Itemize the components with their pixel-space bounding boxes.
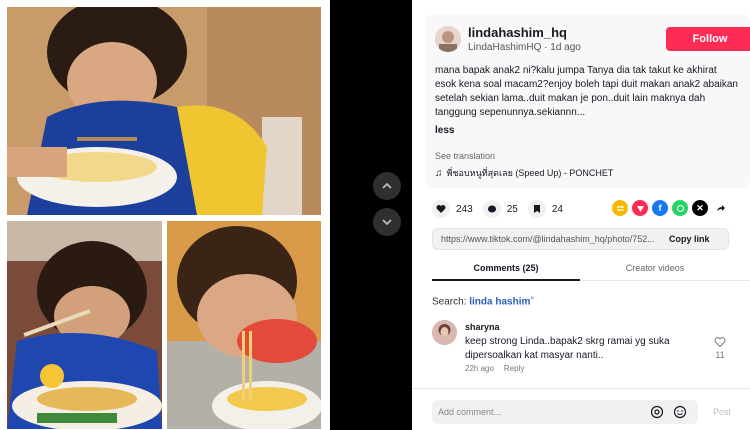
search-query: linda hashim	[469, 296, 531, 308]
author-avatar[interactable]	[435, 26, 461, 52]
copy-link-button[interactable]: Copy link	[669, 234, 710, 244]
author-username[interactable]: lindahashim_hq	[468, 25, 567, 40]
details-panel: lindahashim_hq LindaHashimHQ · 1d ago Fo…	[412, 0, 750, 430]
comment-time: 22h ago	[465, 364, 494, 373]
commenter-avatar[interactable]	[432, 320, 457, 345]
tiktok-photo-viewer: lindahashim_hq LindaHashimHQ · 1d ago Fo…	[0, 0, 750, 430]
author-handle[interactable]: LindaHashimHQ	[468, 42, 541, 53]
comment-meta: 22h ago Reply	[465, 364, 524, 373]
photo-collage	[0, 0, 330, 430]
repost-icon[interactable]	[612, 200, 628, 216]
add-comment-box	[432, 400, 698, 424]
pin-icon[interactable]	[632, 200, 648, 216]
comment-like[interactable]: 11	[712, 336, 728, 360]
commenter-name[interactable]: sharyna	[465, 322, 500, 332]
whatsapp-icon[interactable]	[672, 200, 688, 216]
comment-tabs: Comments (25) Creator videos	[432, 261, 750, 281]
mention-icon[interactable]	[650, 405, 664, 419]
comment-like-count: 11	[715, 350, 725, 360]
share-url[interactable]: https://www.tiktok.com/@lindahashim_hq/p…	[433, 234, 663, 244]
emoji-icon[interactable]	[673, 405, 687, 419]
music-link[interactable]: ♫ พี่ชอบหนูที่สุดเลย (Speed Up) - PONCHE…	[435, 166, 613, 180]
chevron-down-icon	[382, 219, 392, 226]
post-time: · 1d ago	[544, 42, 581, 53]
follow-button[interactable]: Follow	[666, 27, 750, 51]
heart-outline-icon	[714, 337, 726, 348]
search-prefix: Search:	[432, 296, 470, 308]
comment-text: keep strong Linda..bapak2 skrg ramai yg …	[465, 336, 670, 361]
like-count: 243	[456, 203, 473, 215]
nav-strip	[330, 0, 412, 430]
reply-button[interactable]: Reply	[504, 364, 524, 373]
author-meta: LindaHashimHQ · 1d ago	[468, 42, 581, 53]
heart-icon	[432, 200, 450, 218]
post-caption: mana bapak anak2 ni?kalu jumpa Tanya dia…	[435, 65, 738, 118]
tab-creator-videos[interactable]: Creator videos	[580, 263, 730, 273]
x-icon[interactable]: ✕	[692, 200, 708, 216]
bookmark-icon	[527, 200, 546, 218]
like-action[interactable]: 243	[432, 200, 473, 218]
comment-action[interactable]: 25	[482, 200, 518, 218]
next-post-button[interactable]	[373, 208, 401, 236]
share-link-box: https://www.tiktok.com/@lindahashim_hq/p…	[432, 228, 729, 250]
music-title: พี่ชอบหนูที่สุดเลย (Speed Up) - PONCHET	[446, 168, 614, 178]
previous-post-button[interactable]	[373, 172, 401, 200]
tab-comments[interactable]: Comments (25)	[432, 263, 580, 281]
engagement-stats: 243 25 24	[432, 200, 563, 218]
post-info-card: lindahashim_hq LindaHashimHQ · 1d ago Fo…	[425, 14, 750, 188]
see-translation-link[interactable]: See translation	[435, 151, 495, 161]
comment-composer: Post	[412, 388, 750, 430]
photo-girl-eating-noodles-top	[7, 7, 321, 215]
photo-girl-eating-chopsticks	[7, 221, 162, 429]
save-count: 24	[551, 203, 563, 215]
add-comment-input[interactable]	[438, 400, 638, 424]
music-note-icon: ♫	[435, 167, 443, 179]
save-action[interactable]: 24	[527, 200, 563, 218]
facebook-icon[interactable]: f	[652, 200, 668, 216]
comment-icon	[482, 200, 501, 218]
comment-count: 25	[506, 203, 518, 215]
post-comment-button[interactable]: Post	[713, 407, 731, 417]
share-icons: f ✕	[612, 200, 728, 216]
search-suggestion[interactable]: Search: linda hashim⌕	[432, 295, 534, 307]
search-icon: ⌕	[530, 295, 535, 302]
share-arrow-icon[interactable]	[712, 200, 728, 216]
photo-girl-slurping-noodles	[167, 221, 321, 429]
less-toggle[interactable]: less	[435, 125, 454, 136]
chevron-up-icon	[382, 182, 392, 189]
